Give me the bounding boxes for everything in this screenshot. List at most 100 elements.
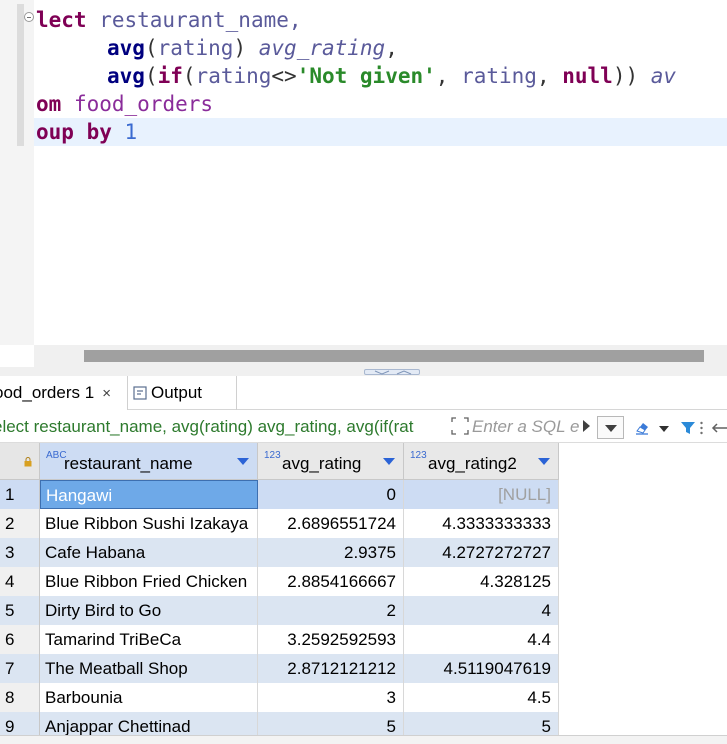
cell-avg-rating[interactable]: 2.9375 xyxy=(258,538,404,567)
cell-avg-rating[interactable]: 3.2592592593 xyxy=(258,625,404,654)
query-text: elect restaurant_name, avg(rating) avg_r… xyxy=(0,417,414,436)
paren-open: ( xyxy=(144,64,158,88)
results-grid[interactable]: ABC restaurant_name 123 avg_rating 123 a… xyxy=(0,443,727,735)
keyword-from: om xyxy=(36,92,62,116)
table-row[interactable]: 6 Tamarind TriBeCa 3.2592592593 4.4 xyxy=(0,625,559,654)
function-if: if xyxy=(157,64,183,88)
code-line-3[interactable]: avg(if(rating<>'Not given', rating, null… xyxy=(107,62,676,90)
column-menu-chevron-icon[interactable] xyxy=(383,458,395,465)
back-arrow-icon[interactable] xyxy=(711,422,727,434)
cell-restaurant-name[interactable]: Dirty Bird to Go xyxy=(40,596,258,625)
results-tab-bar: ood_orders 1 × Output xyxy=(0,376,727,410)
arg-rating: rating xyxy=(448,64,537,88)
table-row[interactable]: 1 Hangawi 0 [NULL] xyxy=(0,480,559,509)
table-row[interactable]: 5 Dirty Bird to Go 2 4 xyxy=(0,596,559,625)
expand-icon[interactable] xyxy=(450,416,470,436)
comma: , xyxy=(536,64,550,88)
cell-avg-rating[interactable]: 3 xyxy=(258,683,404,712)
cell-restaurant-name[interactable]: Blue Ribbon Sushi Izakaya xyxy=(40,509,258,538)
arg-rating: rating xyxy=(195,64,272,88)
cell-restaurant-name[interactable]: Hangawi xyxy=(40,480,258,509)
keyword-null: null xyxy=(549,64,613,88)
filter-history-dropdown[interactable] xyxy=(597,416,624,439)
cell-avg-rating2[interactable]: 4 xyxy=(404,596,559,625)
close-icon[interactable]: × xyxy=(102,385,111,402)
cell-avg-rating[interactable]: 2.6896551724 xyxy=(258,509,404,538)
alias-avg-rating: avg_rating xyxy=(258,36,386,60)
row-number[interactable]: 3 xyxy=(0,538,40,567)
table-row[interactable]: 2 Blue Ribbon Sushi Izakaya 2.6896551724… xyxy=(0,509,559,538)
row-number[interactable]: 7 xyxy=(0,654,40,683)
cell-restaurant-name[interactable]: Tamarind TriBeCa xyxy=(40,625,258,654)
more-options-icon[interactable] xyxy=(700,421,703,435)
numeric-type-icon: 123 xyxy=(410,450,427,461)
cell-avg-rating2[interactable]: 4.5119047619 xyxy=(404,654,559,683)
paren-open: ( xyxy=(182,64,196,88)
table-row[interactable]: 7 The Meatball Shop 2.8712121212 4.51190… xyxy=(0,654,559,683)
code-line-4[interactable]: om food_orders xyxy=(36,90,213,118)
cell-avg-rating[interactable]: 2.8712121212 xyxy=(258,654,404,683)
table-row[interactable]: 4 Blue Ribbon Fried Chicken 2.8854166667… xyxy=(0,567,559,596)
row-number[interactable]: 4 xyxy=(0,567,40,596)
cell-avg-rating2[interactable]: 4.3333333333 xyxy=(404,509,559,538)
row-number[interactable]: 8 xyxy=(0,683,40,712)
cell-avg-rating[interactable]: 0 xyxy=(258,480,404,509)
paren-close: ) xyxy=(233,36,247,60)
tab-output[interactable]: Output xyxy=(133,376,237,410)
cell-avg-rating2[interactable]: 4.4 xyxy=(404,625,559,654)
tab-output-label: Output xyxy=(151,383,203,402)
cell-avg-rating[interactable]: 2.8854166667 xyxy=(258,567,404,596)
paren-open: ( xyxy=(144,36,158,60)
column-header-avg-rating2[interactable]: 123 avg_rating2 xyxy=(404,443,559,480)
cell-restaurant-name[interactable]: Cafe Habana xyxy=(40,538,258,567)
row-number[interactable]: 1 xyxy=(0,480,40,509)
statement-marker xyxy=(17,4,24,146)
sql-filter-input[interactable]: Enter a SQL e xyxy=(470,416,595,438)
cell-avg-rating2[interactable]: 5 xyxy=(404,712,559,735)
fold-collapse-icon[interactable] xyxy=(24,12,34,22)
cell-restaurant-name[interactable]: Barbounia xyxy=(40,683,258,712)
column-menu-chevron-icon[interactable] xyxy=(538,458,550,465)
column-name: avg_rating xyxy=(282,454,362,473)
tab-results[interactable]: ood_orders 1 × xyxy=(0,376,128,410)
table-food-orders: food_orders xyxy=(61,92,214,116)
apply-filter-arrow-icon[interactable] xyxy=(583,420,590,432)
cell-avg-rating[interactable]: 5 xyxy=(258,712,404,735)
row-number[interactable]: 5 xyxy=(0,596,40,625)
column-header-restaurant-name[interactable]: ABC restaurant_name xyxy=(40,443,258,480)
comma: , xyxy=(435,64,449,88)
column-menu-chevron-icon[interactable] xyxy=(237,458,249,465)
editor-scroll-thumb[interactable] xyxy=(84,350,704,362)
row-number-header[interactable] xyxy=(0,443,40,480)
cell-avg-rating2[interactable]: [NULL] xyxy=(404,480,559,509)
sql-editor[interactable]: lect restaurant_name, avg(rating) avg_ra… xyxy=(0,0,727,345)
function-avg: avg xyxy=(107,36,145,60)
cell-avg-rating2[interactable]: 4.328125 xyxy=(404,567,559,596)
string-not-given: 'Not given' xyxy=(296,64,436,88)
cell-restaurant-name[interactable]: The Meatball Shop xyxy=(40,654,258,683)
cell-avg-rating2[interactable]: 4.2727272727 xyxy=(404,538,559,567)
row-number[interactable]: 6 xyxy=(0,625,40,654)
cell-avg-rating[interactable]: 2 xyxy=(258,596,404,625)
row-number[interactable]: 2 xyxy=(0,509,40,538)
table-row[interactable]: 8 Barbounia 3 4.5 xyxy=(0,683,559,712)
code-line-5-current[interactable]: oup by 1 xyxy=(34,118,727,146)
table-row[interactable]: 3 Cafe Habana 2.9375 4.2727272727 xyxy=(0,538,559,567)
arg-rating: rating xyxy=(157,36,234,60)
cell-avg-rating2[interactable]: 4.5 xyxy=(404,683,559,712)
table-row[interactable]: 9 Anjappar Chettinad 5 5 xyxy=(0,712,559,735)
filter-icon[interactable] xyxy=(680,420,696,436)
chevron-down-icon[interactable] xyxy=(659,426,669,432)
splitter-handle-icon[interactable] xyxy=(364,369,420,375)
tab-results-label: ood_orders 1 xyxy=(0,383,95,402)
operator-not-equal: <> xyxy=(271,64,297,88)
cell-restaurant-name[interactable]: Blue Ribbon Fried Chicken xyxy=(40,567,258,596)
keyword-select: lect xyxy=(36,8,87,32)
eraser-icon[interactable] xyxy=(634,420,650,436)
code-line-1[interactable]: lect restaurant_name, xyxy=(36,6,302,34)
column-header-avg-rating[interactable]: 123 avg_rating xyxy=(258,443,404,480)
comma: , xyxy=(385,36,398,60)
row-number[interactable]: 9 xyxy=(0,712,40,735)
cell-restaurant-name[interactable]: Anjappar Chettinad xyxy=(40,712,258,735)
code-line-2[interactable]: avg(rating) avg_rating, xyxy=(107,34,398,62)
